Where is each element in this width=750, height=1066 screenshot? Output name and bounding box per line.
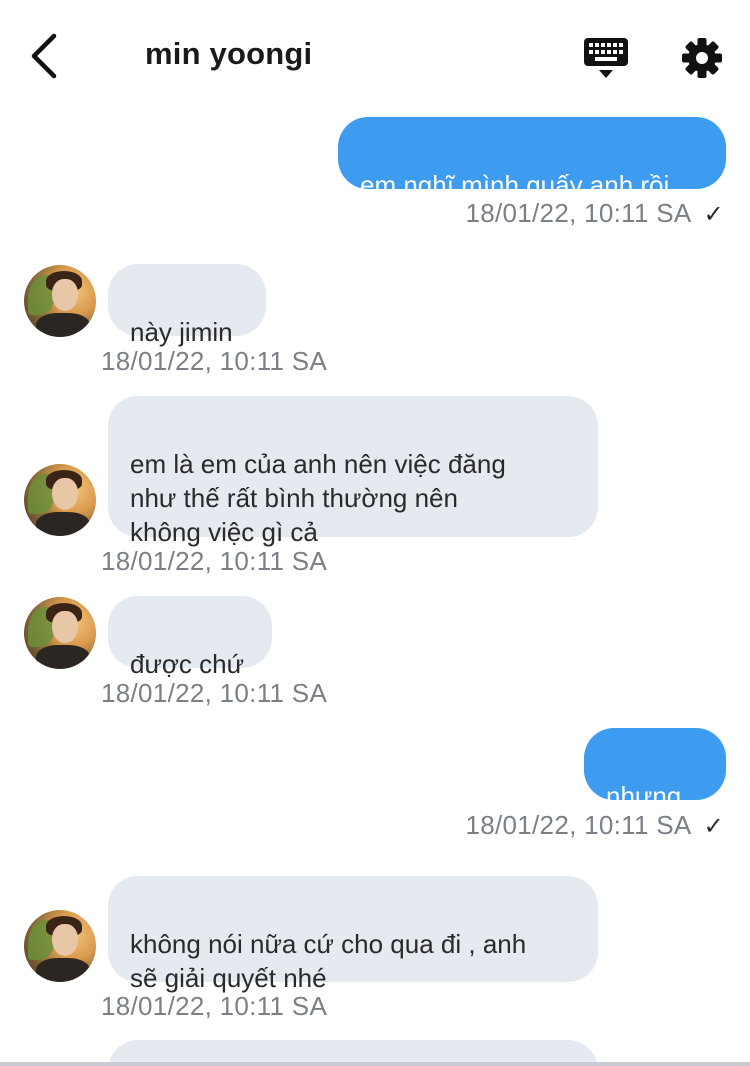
chat-title: min yoongi <box>145 36 313 71</box>
message-timestamp: 18/01/22, 10:11 SA <box>101 546 328 576</box>
incoming-message[interactable]: được chứ <box>108 596 272 679</box>
settings-button[interactable] <box>680 36 724 80</box>
avatar[interactable] <box>24 597 96 669</box>
gear-icon <box>682 38 722 78</box>
incoming-message[interactable]: này jimin <box>108 264 266 347</box>
message-text: nhưng.. <box>606 781 696 811</box>
message-text: không nói nữa cứ cho qua đi , anh sẽ giả… <box>130 929 527 993</box>
avatar[interactable] <box>24 910 96 982</box>
chevron-left-icon <box>31 33 57 79</box>
message-timestamp: 18/01/22, 10:11 SA <box>101 678 328 708</box>
back-button[interactable] <box>24 30 68 82</box>
message-text: em nghĩ mình quấy anh rồi <box>360 170 670 200</box>
check-icon: ✓ <box>703 813 724 840</box>
message-timestamp: 18/01/22, 10:11 SA <box>101 991 328 1021</box>
avatar[interactable] <box>24 265 96 337</box>
message-timestamp: 18/01/22, 10:11 SA ✓ <box>465 810 724 840</box>
incoming-message[interactable]: em là em của anh nên việc đăng như thế r… <box>108 396 598 547</box>
incoming-message[interactable]: không nói nữa cứ cho qua đi , anh sẽ giả… <box>108 876 598 993</box>
message-timestamp: 18/01/22, 10:11 SA <box>101 346 328 376</box>
avatar[interactable] <box>24 464 96 536</box>
chat-screen: min yoongi em nghĩ mình quấy anh rồi 18/… <box>0 0 750 1066</box>
check-icon: ✓ <box>703 201 724 228</box>
keyboard-button[interactable] <box>582 34 630 80</box>
keyboard-icon <box>584 38 628 78</box>
message-timestamp: 18/01/22, 10:11 SA ✓ <box>465 198 724 228</box>
chat-header: min yoongi <box>0 0 750 110</box>
message-text: được chứ <box>130 649 245 679</box>
bottom-divider <box>0 1062 750 1066</box>
message-text: em là em của anh nên việc đăng như thế r… <box>130 449 506 547</box>
outgoing-message[interactable]: em nghĩ mình quấy anh rồi <box>338 117 726 200</box>
message-text: này jimin <box>130 317 233 347</box>
outgoing-message[interactable]: nhưng.. <box>584 728 726 811</box>
